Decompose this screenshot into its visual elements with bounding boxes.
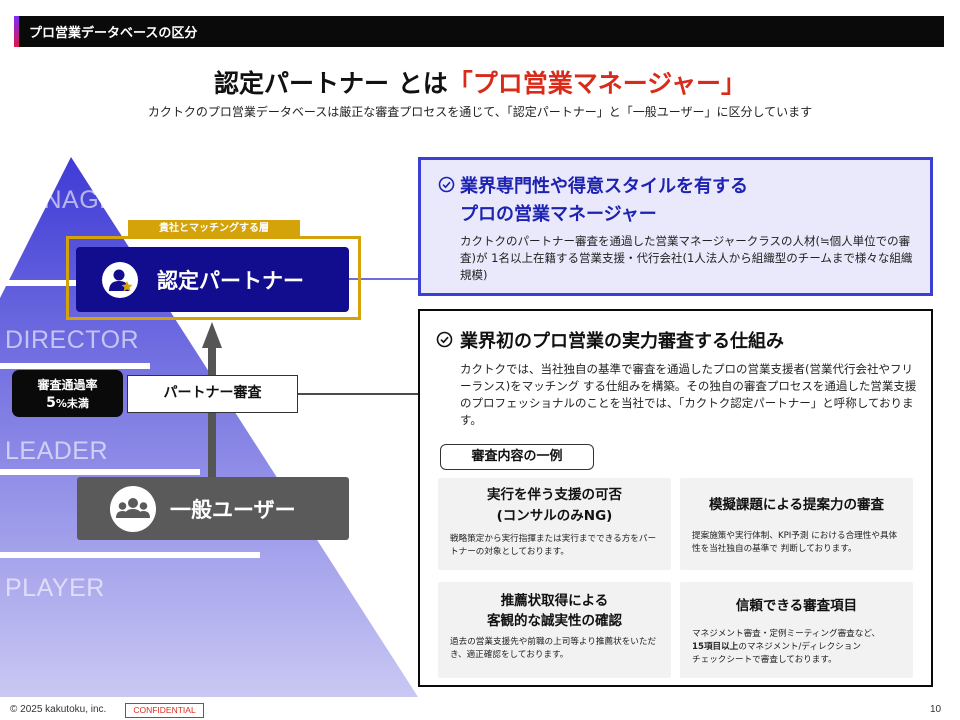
general-user-label: 一般ユーザー [170,498,296,522]
review-item-subtitle: (コンサルのみNG) [496,508,613,524]
pyramid-divider [0,552,260,558]
check-circle-icon [436,331,453,348]
review-item-desc-line: マネジメント審査・定例ミーティング審査など、 [692,629,881,639]
review-item-desc: 戦略策定から実行指揮または実行までできる方をパートナーの対象としております。 [450,534,657,557]
review-item-desc: 提案施策や実行体制、KPI予測 における合理性や具体性を当社独自の基準で 判断し… [692,531,898,554]
check-circle-icon [438,176,455,193]
pass-rate-value: 5 [46,395,56,411]
review-item-desc: 過去の営業支援先や前職の上司等より推薦状をいただき、適正確認をしております。 [450,637,657,660]
group-users-icon [110,486,156,532]
review-item-title: 模擬課題による提案力の審査 [708,497,885,513]
review-item-title: 信頼できる審査項目 [735,598,858,614]
review-system-card-desc: カクトクでは、当社独自の基準で審査を通過したプロの営業支援者(営業代行会社やフリ… [460,362,917,427]
review-item-desc-line: 15項目以上のマネジメント/ディレクション [692,641,907,654]
review-item-desc: マネジメント審査・定例ミーティング審査など、 15項目以上のマネジメント/ディレ… [692,628,907,667]
pass-rate-label: 審査通過率 [37,378,98,392]
review-item-card: 実行を伴う支援の可否 (コンサルのみNG) 戦略策定から実行指揮または実行までで… [438,478,671,570]
pro-manager-card-title: 業界専門性や得意スタイルを有する プロの営業マネージャー [460,173,748,229]
review-item-subtitle: 客観的な誠実性の確認 [487,613,622,629]
pass-rate-badge: 審査通過率 5%未満 [12,370,123,417]
pyramid-divider [0,469,200,475]
arrow-up-icon [202,322,222,348]
pro-manager-card-desc: カクトクのパートナー審査を通過した営業マネージャークラスの人材(≒個人単位での審… [460,234,913,282]
pro-manager-title-line1: 業界専門性や得意スタイルを有する [460,176,748,197]
review-item-desc-line: チェックシートで審査しております。 [692,655,837,665]
review-example-label: 審査内容の一例 [440,444,594,470]
level-director: DIRECTOR [5,326,140,354]
page-number: 10 [930,704,942,715]
match-tag: 貴社とマッチングする層 [128,220,300,238]
review-item-card: 推薦状取得による 客観的な誠実性の確認 過去の営業支援先や前職の上司等より推薦状… [438,582,671,678]
partner-review-box: パートナー審査 [127,375,298,413]
review-item-card: 信頼できる審査項目 マネジメント審査・定例ミーティング審査など、 15項目以上の… [680,582,913,678]
review-item-card: 模擬課題による提案力の審査 提案施策や実行体制、KPI予測 における合理性や具体… [680,478,913,570]
certified-user-icon [102,262,138,298]
confidential-badge: CONFIDENTIAL [125,703,204,718]
pro-manager-title-line2: プロの営業マネージャー [460,204,657,225]
review-item-title: 推薦状取得による [500,593,609,609]
review-item-desc-bold: 15項目以上 [692,642,739,652]
review-system-card-title: 業界初のプロ営業の実力審査する仕組み [460,331,784,352]
pass-rate-unit: %未満 [55,397,89,410]
level-leader: LEADER [5,437,109,465]
level-player: PLAYER [5,574,105,602]
review-item-desc-rest: のマネジメント/ディレクション [738,642,861,652]
partner-label: 認定パートナー [157,269,304,293]
pyramid-divider [0,363,150,369]
review-item-title: 実行を伴う支援の可否 [487,487,622,503]
level-manager: MANAGER [5,186,135,214]
footer-copyright: © 2025 kakutoku, inc. [10,704,107,715]
pass-rate-value-line: 5%未満 [12,395,123,411]
